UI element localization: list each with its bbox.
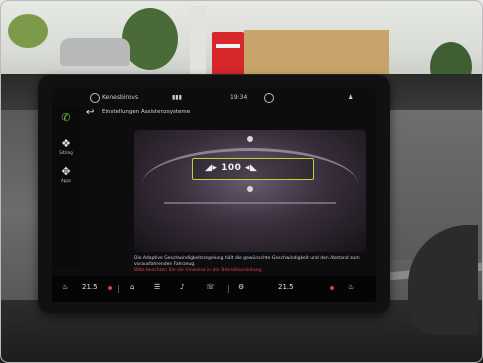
rail-item-seating[interactable]: ❖ Sitzing (56, 138, 76, 156)
settings-status-icon[interactable] (264, 93, 274, 103)
signal-icon: ▮▮▮ (172, 94, 182, 101)
description-text: Die Adaptive Geschwindigkeitsregelung hä… (134, 256, 366, 274)
temp-right-value[interactable]: 21.5 (278, 283, 294, 291)
page-title: Einstellungen Assistenzsysteme (102, 109, 191, 115)
page-header: ↩ Einstellungen Assistenzsysteme (82, 106, 372, 122)
parked-car (60, 38, 130, 66)
hud-speed-readout: ◢▸ 100 ◂◣ (205, 163, 258, 173)
rail-item-label: Apps (61, 178, 71, 183)
rail-item-phone[interactable]: ✆ (56, 112, 76, 124)
phone-icon: ✆ (61, 111, 71, 124)
road-line (164, 202, 336, 204)
red-sign (212, 32, 244, 76)
profile-icon[interactable] (90, 93, 100, 103)
infotainment-screen: Kenesbirovs ▮▮▮ 19:34 ♟ ✆ ❖ Sitzing ✥ Ap… (52, 88, 376, 302)
tree (8, 14, 48, 48)
user-icon[interactable]: ♟ (348, 94, 353, 101)
sensor-dot-mid (247, 186, 253, 192)
bottom-bar: ♨ 21.5 ⌂ ☰ ♪ ☏ ⚙ 21.5 ♨ (52, 276, 376, 302)
call-icon[interactable]: ☏ (206, 283, 215, 291)
music-icon[interactable]: ♪ (180, 283, 184, 291)
alert-indicator (330, 286, 334, 290)
speed-highlight-box[interactable]: ◢▸ 100 ◂◣ (192, 158, 314, 180)
rail-item-label: Sitzing (59, 150, 73, 155)
temp-left-value[interactable]: 21.5 (82, 283, 98, 291)
description-line-1: Die Adaptive Geschwindigkeitsregelung hä… (134, 256, 360, 267)
apps-icon: ✥ (61, 165, 71, 178)
alert-indicator (108, 286, 112, 290)
description-line-2: Bitte beachten Sie die Hinweise in der B… (134, 268, 263, 273)
clock: 19:34 (230, 94, 248, 101)
seat-icon: ❖ (61, 137, 71, 150)
left-navigation-rail: ✆ ❖ Sitzing ✥ Apps (52, 106, 80, 266)
rail-item-apps[interactable]: ✥ Apps (56, 166, 76, 184)
tree (122, 8, 178, 70)
home-icon[interactable]: ⌂ (130, 283, 134, 291)
gear-icon[interactable]: ⚙ (238, 283, 244, 291)
sensor-dot-top (247, 136, 253, 142)
seat-heat-icon[interactable]: ♨ (62, 283, 68, 291)
seat-heat-right-icon[interactable]: ♨ (348, 283, 354, 291)
profile-label: Kenesbirovs (102, 94, 139, 101)
back-arrow-icon[interactable]: ↩ (86, 108, 98, 118)
assist-visualization: ◢▸ 100 ◂◣ (134, 130, 366, 252)
menu-icon[interactable]: ☰ (154, 283, 160, 291)
status-bar: Kenesbirovs ▮▮▮ 19:34 ♟ (52, 88, 376, 108)
